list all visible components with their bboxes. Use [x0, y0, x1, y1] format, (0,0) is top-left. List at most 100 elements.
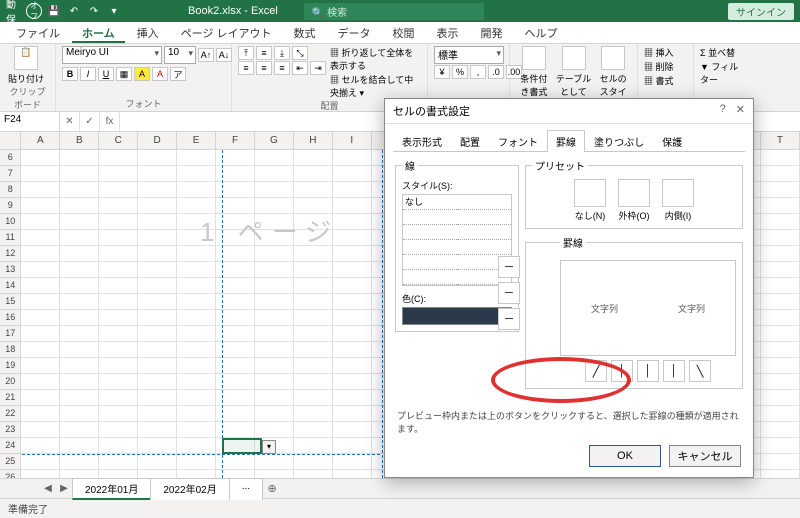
add-sheet-button[interactable]: ⊕: [262, 482, 282, 495]
col-header[interactable]: C: [99, 132, 138, 149]
autosave-toggle[interactable]: 自動保存: [6, 3, 22, 19]
preset-2[interactable]: 内側(I): [659, 179, 697, 222]
line-style-none[interactable]: なし: [403, 195, 457, 210]
cell[interactable]: [333, 262, 372, 278]
border-left-button[interactable]: │: [611, 360, 633, 382]
cell[interactable]: [21, 454, 60, 470]
cell[interactable]: [761, 358, 800, 374]
row-header[interactable]: 20: [0, 374, 21, 390]
ribbon-tab-7[interactable]: 表示: [427, 22, 469, 43]
cell[interactable]: [177, 342, 216, 358]
row-header[interactable]: 8: [0, 182, 21, 198]
cell[interactable]: [21, 150, 60, 166]
cell[interactable]: [294, 182, 333, 198]
cell[interactable]: [177, 390, 216, 406]
border-diag-up-button[interactable]: ╱: [585, 360, 607, 382]
row-header[interactable]: 13: [0, 262, 21, 278]
cell[interactable]: [255, 246, 294, 262]
cell[interactable]: [761, 262, 800, 278]
cell[interactable]: [761, 198, 800, 214]
cell-dropdown-icon[interactable]: ▾: [262, 440, 276, 454]
dialog-help-icon[interactable]: ?: [720, 103, 726, 119]
cell[interactable]: [99, 150, 138, 166]
cell[interactable]: [333, 150, 372, 166]
row-header[interactable]: 17: [0, 326, 21, 342]
cell[interactable]: [294, 422, 333, 438]
cell[interactable]: [255, 406, 294, 422]
conditional-format-button[interactable]: 条件付き書式: [516, 46, 552, 98]
cell[interactable]: [177, 182, 216, 198]
row-header[interactable]: 9: [0, 198, 21, 214]
dialog-tab-0[interactable]: 表示形式: [393, 130, 451, 152]
cell[interactable]: [138, 470, 177, 478]
cell[interactable]: [60, 438, 99, 454]
cell[interactable]: [761, 326, 800, 342]
cell[interactable]: [21, 406, 60, 422]
line-style-list[interactable]: なし: [402, 194, 512, 286]
cell[interactable]: [99, 342, 138, 358]
cell[interactable]: [99, 358, 138, 374]
col-header[interactable]: D: [138, 132, 177, 149]
comma-icon[interactable]: ,: [470, 65, 486, 79]
cell[interactable]: [138, 278, 177, 294]
border-hmid-button[interactable]: ─: [498, 282, 520, 304]
cell[interactable]: [21, 278, 60, 294]
cell[interactable]: [333, 454, 372, 470]
cell[interactable]: [60, 358, 99, 374]
cell[interactable]: [255, 182, 294, 198]
font-name-combo[interactable]: Meiryo UI: [62, 46, 162, 64]
insert-cells-button[interactable]: ▦ 挿入: [644, 46, 674, 59]
cell[interactable]: [177, 246, 216, 262]
cell[interactable]: [294, 198, 333, 214]
cell[interactable]: [333, 358, 372, 374]
cell[interactable]: [21, 438, 60, 454]
cell[interactable]: [294, 406, 333, 422]
cell[interactable]: [333, 342, 372, 358]
align-bottom-icon[interactable]: ⤓: [274, 46, 290, 60]
cell[interactable]: [294, 166, 333, 182]
cell[interactable]: [21, 230, 60, 246]
line-color-combo[interactable]: [402, 307, 512, 325]
preset-0[interactable]: なし(N): [571, 179, 609, 222]
cell[interactable]: [99, 198, 138, 214]
cell[interactable]: [99, 166, 138, 182]
cancel-button[interactable]: キャンセル: [669, 445, 741, 467]
ribbon-tab-8[interactable]: 開発: [471, 22, 513, 43]
currency-icon[interactable]: ¥: [434, 65, 450, 79]
cell[interactable]: [255, 342, 294, 358]
cell[interactable]: [255, 278, 294, 294]
ribbon-tab-0[interactable]: ファイル: [6, 22, 70, 43]
col-header[interactable]: B: [60, 132, 99, 149]
cell[interactable]: [99, 438, 138, 454]
border-top-button[interactable]: ─: [498, 256, 520, 278]
cell[interactable]: [138, 438, 177, 454]
cell[interactable]: [294, 326, 333, 342]
dialog-tab-2[interactable]: フォント: [489, 130, 547, 152]
cell[interactable]: [255, 454, 294, 470]
cell[interactable]: [60, 390, 99, 406]
cell[interactable]: [138, 182, 177, 198]
cell[interactable]: [60, 166, 99, 182]
cell[interactable]: [138, 390, 177, 406]
row-header[interactable]: 22: [0, 406, 21, 422]
cell[interactable]: [99, 326, 138, 342]
cell[interactable]: [177, 198, 216, 214]
ribbon-tab-1[interactable]: ホーム: [72, 22, 125, 43]
active-cell[interactable]: ▾: [222, 438, 262, 454]
cell[interactable]: [99, 406, 138, 422]
cell[interactable]: [761, 182, 800, 198]
cell[interactable]: [333, 230, 372, 246]
cell[interactable]: [333, 374, 372, 390]
col-header[interactable]: H: [294, 132, 333, 149]
cell[interactable]: [761, 406, 800, 422]
cell[interactable]: [177, 294, 216, 310]
cell[interactable]: [761, 438, 800, 454]
cell[interactable]: [177, 422, 216, 438]
cell[interactable]: [255, 390, 294, 406]
cell[interactable]: [294, 230, 333, 246]
cell[interactable]: [60, 214, 99, 230]
cell[interactable]: [333, 470, 372, 478]
cell[interactable]: [294, 358, 333, 374]
cell[interactable]: [255, 310, 294, 326]
cell[interactable]: [99, 470, 138, 478]
